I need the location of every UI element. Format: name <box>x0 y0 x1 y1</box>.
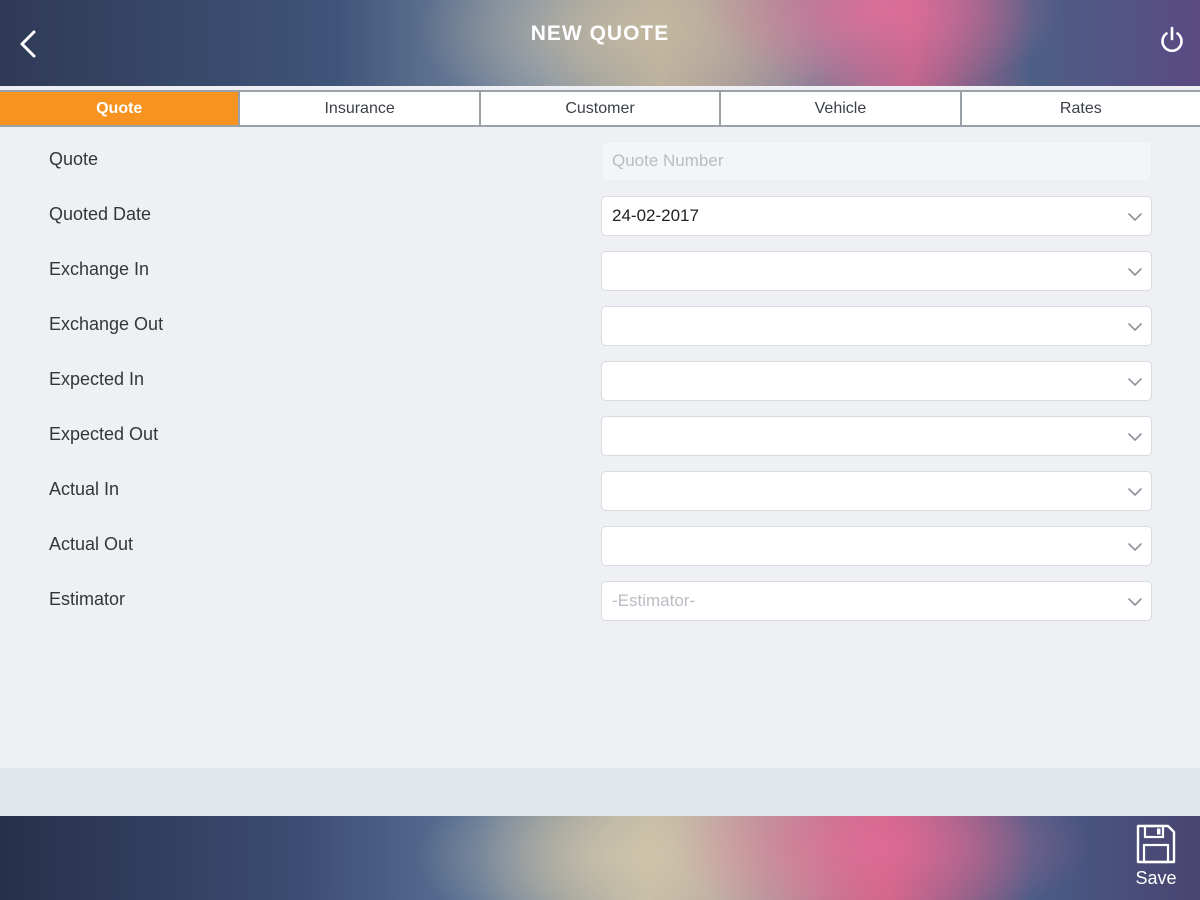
chevron-down-icon <box>1128 598 1142 606</box>
chevron-down-icon <box>1128 543 1142 551</box>
expected-out-label: Expected Out <box>49 424 159 444</box>
form-row-quoted-date: Quoted Date 24-02-2017 <box>0 196 1200 236</box>
form-row-expected-out: Expected Out <box>0 416 1200 456</box>
app: NEW QUOTE Quote Insurance Customer Vehic… <box>0 0 1200 900</box>
chevron-down-icon <box>1128 433 1142 441</box>
quote-label: Quote <box>49 149 99 169</box>
expected-in-label: Expected In <box>49 369 145 389</box>
tab-vehicle[interactable]: Vehicle <box>719 92 959 125</box>
form-row-exchange-out: Exchange Out <box>0 306 1200 346</box>
actual-in-select[interactable] <box>601 471 1152 511</box>
chevron-down-icon <box>1128 378 1142 386</box>
form-row-actual-in: Actual In <box>0 471 1200 511</box>
form-row-exchange-in: Exchange In <box>0 251 1200 291</box>
quote-number-field[interactable] <box>601 141 1152 181</box>
actual-out-select[interactable] <box>601 526 1152 566</box>
chevron-down-icon <box>1128 268 1142 276</box>
floppy-disk-icon <box>1136 824 1176 864</box>
form-row-estimator: Estimator -Estimator- <box>0 581 1200 621</box>
quoted-date-select[interactable]: 24-02-2017 <box>601 196 1152 236</box>
chevron-down-icon <box>1128 488 1142 496</box>
expected-in-select[interactable] <box>601 361 1152 401</box>
estimator-select[interactable]: -Estimator- <box>601 581 1152 621</box>
exchange-in-select[interactable] <box>601 251 1152 291</box>
footer-bar: Save <box>0 816 1200 900</box>
tab-rates[interactable]: Rates <box>959 92 1200 125</box>
form-row-quote: Quote <box>0 141 1200 181</box>
power-icon <box>1161 26 1183 52</box>
save-button[interactable]: Save <box>1126 822 1186 896</box>
bottom-strip <box>0 768 1200 816</box>
page-title: NEW QUOTE <box>530 22 670 45</box>
tab-insurance[interactable]: Insurance <box>238 92 478 125</box>
exchange-out-label: Exchange Out <box>49 314 164 334</box>
chevron-down-icon <box>1128 323 1142 331</box>
exchange-in-label: Exchange In <box>49 259 150 279</box>
exchange-out-select[interactable] <box>601 306 1152 346</box>
tab-bar: Quote Insurance Customer Vehicle Rates <box>0 90 1200 127</box>
actual-out-label: Actual Out <box>49 534 134 554</box>
save-label: Save <box>1135 868 1177 888</box>
quote-number-input[interactable] <box>612 142 1132 180</box>
quoted-date-label: Quoted Date <box>49 204 152 224</box>
form-row-actual-out: Actual Out <box>0 526 1200 566</box>
tab-quote[interactable]: Quote <box>0 92 239 125</box>
estimator-placeholder: -Estimator- <box>612 591 696 610</box>
form-row-expected-in: Expected In <box>0 361 1200 401</box>
expected-out-select[interactable] <box>601 416 1152 456</box>
tab-customer[interactable]: Customer <box>478 92 719 125</box>
actual-in-label: Actual In <box>49 479 120 499</box>
estimator-label: Estimator <box>49 589 126 609</box>
quoted-date-value: 24-02-2017 <box>612 206 699 225</box>
chevron-down-icon <box>1128 213 1142 221</box>
power-button[interactable] <box>1152 20 1192 60</box>
header-bar: NEW QUOTE <box>0 0 1200 86</box>
